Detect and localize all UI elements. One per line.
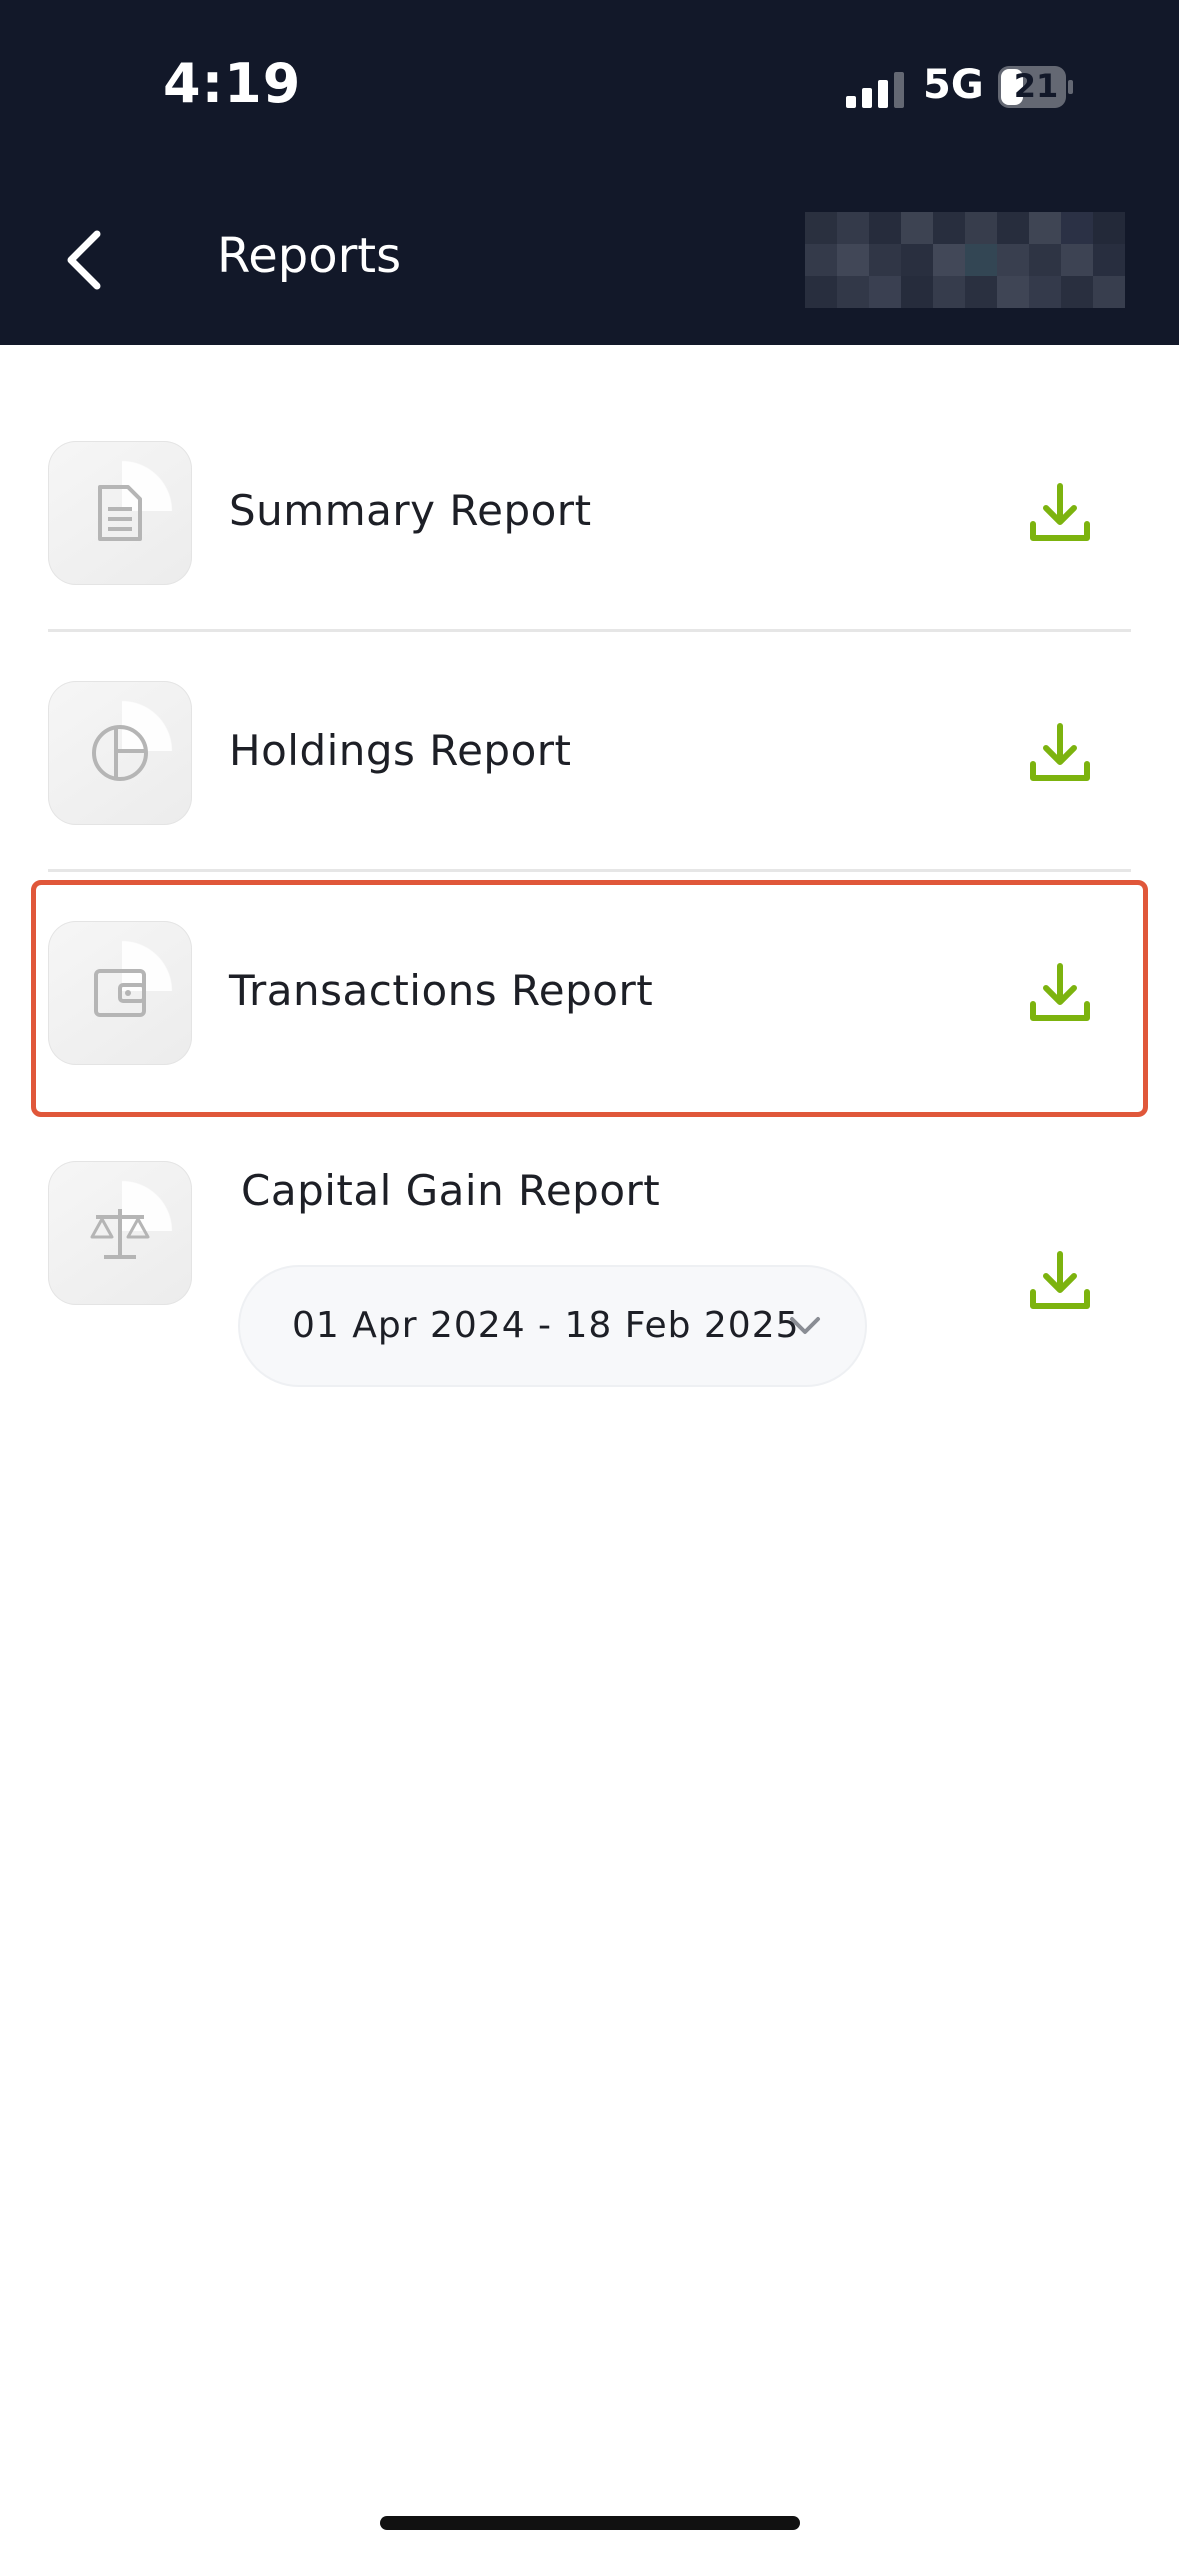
document-icon [98, 485, 142, 541]
chevron-down-icon [790, 1317, 820, 1334]
highlight-box [31, 880, 1148, 1117]
divider [48, 629, 1131, 632]
network-type: 5G [923, 62, 984, 108]
capital-gain-tile [48, 1161, 192, 1305]
status-time: 4:19 [163, 52, 302, 115]
download-icon[interactable] [1025, 718, 1095, 788]
date-range-select[interactable]: 01 Apr 2024 - 18 Feb 2025 [240, 1267, 865, 1385]
home-indicator[interactable] [380, 2516, 800, 2530]
battery-level: 21 [1013, 67, 1059, 105]
scales-icon [90, 1209, 150, 1259]
report-label: Summary Report [229, 486, 592, 535]
back-button[interactable] [48, 218, 118, 302]
date-range-value: 01 Apr 2024 - 18 Feb 2025 [292, 1305, 800, 1346]
holdings-tile [48, 681, 192, 825]
report-label: Holdings Report [229, 726, 572, 775]
report-row-summary[interactable]: Summary Report [48, 441, 1131, 585]
divider [48, 869, 1131, 872]
report-row-holdings[interactable]: Holdings Report [48, 681, 1131, 825]
report-label: Capital Gain Report [241, 1166, 661, 1215]
pie-chart-icon [92, 725, 148, 781]
app-header: 4:19 5G 21 Reports [0, 0, 1179, 345]
chevron-left-icon [67, 230, 101, 290]
download-icon[interactable] [1025, 478, 1095, 548]
cellular-signal-icon [846, 72, 904, 108]
download-icon[interactable] [1025, 1246, 1095, 1316]
summary-tile [48, 441, 192, 585]
blurred-account-info [805, 212, 1125, 308]
page-title: Reports [217, 228, 402, 284]
